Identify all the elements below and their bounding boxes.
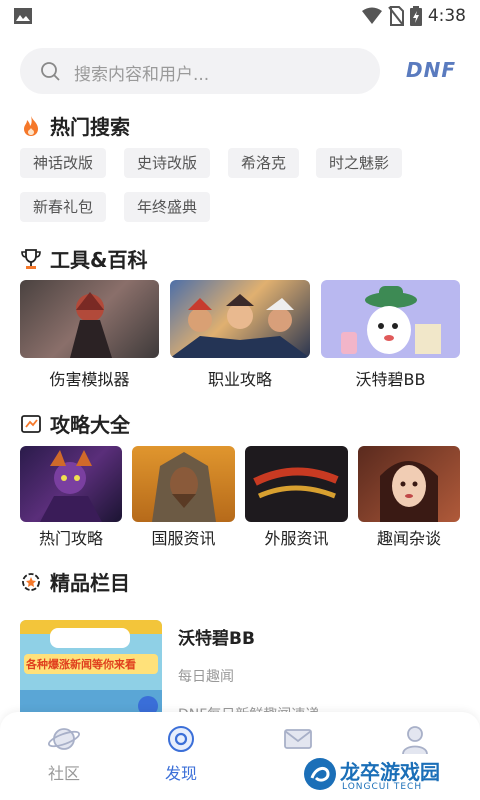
tool-label: 伤害模拟器 [49,370,130,389]
featured-thumbnail: 各种爆涨新闻等你来看 [20,620,162,720]
hot-tag[interactable]: 史诗改版 [124,148,211,178]
featured-header: 精品栏目 [20,567,130,596]
watermark-logo-icon [304,758,336,790]
battery-charging-icon [409,6,422,26]
nav-community[interactable]: 社区 [24,724,104,784]
guides-header: 攻略大全 [20,409,130,438]
hot-tag[interactable]: 年终盛典 [124,192,211,222]
fire-icon [24,115,38,136]
tools-grid: 伤害模拟器 职业攻略 沃特碧BB [20,280,460,390]
tool-thumbnail [321,280,460,358]
nav-messages[interactable] [258,724,338,754]
watermark-subtext: LONGCUI TECH [342,782,423,792]
image-notification-icon [14,8,32,24]
hot-tag[interactable]: 神话改版 [20,148,107,178]
trophy-icon [21,248,41,269]
guide-thumbnail [132,446,235,522]
search-row: 搜索内容和用户... DNF [20,48,460,94]
guide-label: 趣闻杂谈 [376,529,441,548]
guide-card-cn-news[interactable]: 国服资讯 [132,446,235,550]
section-title: 热门搜索 [50,115,130,139]
tool-label: 职业攻略 [207,370,272,389]
tool-card-damage-simulator[interactable]: 伤害模拟器 [20,280,159,390]
star-badge-icon [22,572,40,591]
section-title: 攻略大全 [50,413,130,437]
planet-icon [47,728,81,750]
guide-thumbnail [20,446,122,522]
watermark-text: 龙卒游戏园 [340,760,440,784]
section-title: 精品栏目 [50,571,130,595]
nav-label: 社区 [47,764,80,783]
hot-tag[interactable]: 时之魅影 [316,148,403,178]
tool-card-wotebi-bb[interactable]: 沃特碧BB [321,280,460,390]
site-watermark: 龙卒游戏园 LONGCUI TECH [300,752,470,796]
guide-thumbnail [358,446,460,522]
discover-icon [168,726,194,752]
tool-label: 沃特碧BB [355,370,426,389]
wifi-icon [361,7,382,24]
guide-book-icon [21,414,41,433]
guide-label: 国服资讯 [151,529,216,548]
game-brand-logo[interactable]: DNF [406,58,456,82]
guide-thumbnail [245,446,348,522]
guides-grid: 热门攻略 国服资讯 外服资讯 趣闻杂谈 [20,446,460,550]
tool-card-class-guide[interactable]: 职业攻略 [170,280,310,390]
clock: 4:38 [427,6,466,26]
section-title: 工具&百科 [50,248,148,272]
featured-subtitle: 每日趣闻 [178,669,234,685]
hot-tag[interactable]: 希洛克 [228,148,300,178]
tool-thumbnail [20,280,159,358]
search-placeholder: 搜索内容和用户... [74,65,210,85]
status-bar: 4:38 [0,0,480,32]
nav-discover[interactable]: 发现 [141,724,221,784]
hot-tag[interactable]: 新春礼包 [20,192,107,222]
tools-header: 工具&百科 [20,244,147,273]
envelope-icon [284,729,312,749]
guide-label: 外服资讯 [264,529,329,548]
nav-label: 发现 [164,764,197,783]
guide-label: 热门攻略 [38,529,103,548]
featured-banner-text: 各种爆涨新闻等你来看 [26,658,136,671]
tool-thumbnail [170,280,310,358]
featured-name: 沃特碧BB [178,629,255,649]
no-sim-icon [388,6,404,26]
search-icon [41,62,60,81]
nav-profile[interactable] [375,724,455,754]
guide-card-trivia[interactable]: 趣闻杂谈 [358,446,460,550]
user-icon [402,726,428,754]
hot-search-header: 热门搜索 [20,111,130,140]
search-input[interactable]: 搜索内容和用户... [20,48,380,94]
guide-card-hot[interactable]: 热门攻略 [20,446,122,550]
guide-card-overseas-news[interactable]: 外服资讯 [245,446,348,550]
